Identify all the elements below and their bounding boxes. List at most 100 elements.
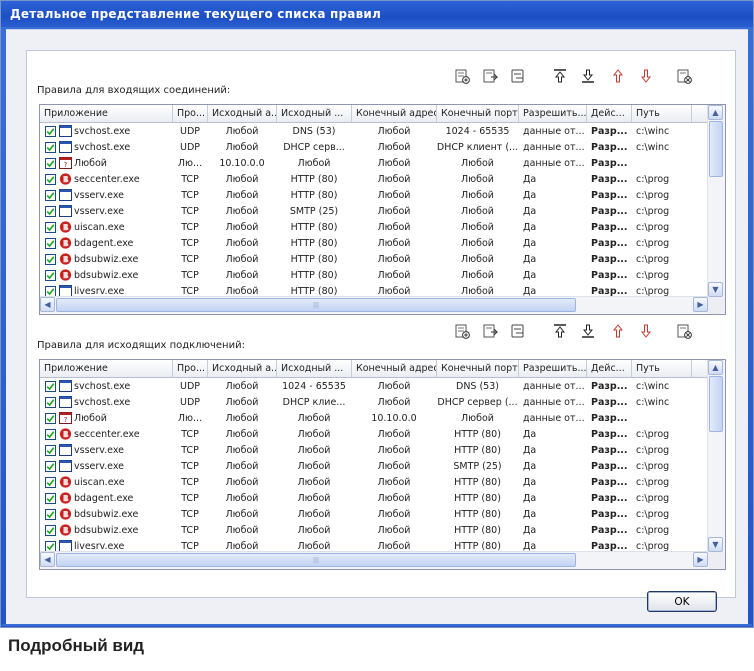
column-header[interactable]: Дейс... [587, 105, 632, 122]
table-row[interactable]: bdagent.exe TCP Любой Любой Любой HTTP (80) Да… [40, 490, 708, 506]
rule-enabled-checkbox[interactable] [45, 285, 56, 297]
rule-enabled-checkbox[interactable] [45, 157, 56, 169]
window-titlebar[interactable]: Детальное представление текущего списка … [1, 1, 753, 27]
rule-enabled-checkbox[interactable] [45, 173, 56, 185]
scroll-right-button[interactable]: ▶ [693, 297, 708, 312]
table-row[interactable]: svchost.exe UDP Любой DNS (53) Любой 1024 - 6… [40, 123, 708, 139]
rule-enabled-checkbox[interactable] [45, 189, 56, 201]
table-row[interactable]: vsserv.exe TCP Любой Любой Любой SMTP (25) Да Р… [40, 458, 708, 474]
scroll-down-button[interactable]: ▼ [708, 537, 723, 552]
scroll-left-button[interactable]: ◀ [40, 552, 55, 567]
rule-enabled-checkbox[interactable] [45, 221, 56, 233]
column-header[interactable]: Исходный ... [277, 360, 352, 377]
table-row[interactable]: svchost.exe UDP Любой DHCP клие... Любой DHCP… [40, 394, 708, 410]
source-port-cell: DHCP серв... [283, 141, 345, 153]
table-row[interactable]: uiscan.exe TCP Любой HTTP (80) Любой Любой Да Р… [40, 219, 708, 235]
table-row[interactable]: ? Любой Лю... Любой Любой 10.10.0.0 Любой данны… [40, 410, 708, 426]
outbound-move-top-button[interactable] [551, 324, 569, 342]
rule-enabled-checkbox[interactable] [45, 476, 56, 488]
allow-cell: Да [523, 460, 537, 472]
column-header[interactable]: Конечный порт [437, 105, 519, 122]
rule-enabled-checkbox[interactable] [45, 540, 56, 552]
column-header[interactable]: Про... [173, 360, 208, 377]
rule-enabled-checkbox[interactable] [45, 508, 56, 520]
inbound-reset-button[interactable] [675, 69, 693, 87]
table-row[interactable]: vsserv.exe TCP Любой Любой Любой HTTP (80) Да Р… [40, 442, 708, 458]
rule-enabled-checkbox[interactable] [45, 492, 56, 504]
rule-enabled-checkbox[interactable] [45, 444, 56, 456]
outbound-move-bottom-button[interactable] [579, 324, 597, 342]
inbound-edit-rule-button[interactable] [481, 69, 499, 87]
inbound-delete-rule-button[interactable] [509, 69, 527, 87]
table-row[interactable]: livesrv.exe TCP Любой HTTP (80) Любой Любой Да… [40, 283, 708, 297]
outbound-edit-rule-button[interactable] [481, 324, 499, 342]
column-header[interactable]: Разрешить... [519, 105, 587, 122]
move-bottom-icon [580, 323, 596, 343]
horizontal-scrollbar[interactable]: ◀ ||| ▶ [40, 296, 708, 314]
table-row[interactable]: svchost.exe UDP Любой 1024 - 65535 Любой DNS … [40, 378, 708, 394]
horizontal-scroll-thumb[interactable]: ||| [56, 298, 576, 312]
vertical-scrollbar[interactable]: ▲ ▼ [707, 360, 725, 552]
column-header[interactable]: Конечный адрес [352, 360, 437, 377]
column-header[interactable]: Исходный ... [277, 105, 352, 122]
inbound-move-down-button[interactable] [637, 69, 655, 87]
scroll-left-button[interactable]: ◀ [40, 297, 55, 312]
table-row[interactable]: seccenter.exe TCP Любой Любой Любой HTTP (80)… [40, 426, 708, 442]
inbound-add-rule-button[interactable] [453, 69, 471, 87]
vertical-scrollbar[interactable]: ▲ ▼ [707, 105, 725, 297]
rule-enabled-checkbox[interactable] [45, 412, 56, 424]
outbound-reset-button[interactable] [675, 324, 693, 342]
table-row[interactable]: bdsubwiz.exe TCP Любой HTTP (80) Любой Любой Д… [40, 267, 708, 283]
ok-button[interactable]: OK [647, 591, 717, 612]
column-header[interactable]: Конечный адрес [352, 105, 437, 122]
inbound-move-up-button[interactable] [609, 69, 627, 87]
column-header[interactable]: Конечный порт [437, 360, 519, 377]
outbound-add-rule-button[interactable] [453, 324, 471, 342]
column-header[interactable]: Разрешить... [519, 360, 587, 377]
vertical-scroll-thumb[interactable] [709, 121, 723, 177]
column-header[interactable]: Исходный а... [208, 360, 277, 377]
rule-enabled-checkbox[interactable] [45, 125, 56, 137]
rule-enabled-checkbox[interactable] [45, 380, 56, 392]
vertical-scroll-thumb[interactable] [709, 376, 723, 432]
column-header[interactable]: Исходный а... [208, 105, 277, 122]
rule-enabled-checkbox[interactable] [45, 460, 56, 472]
outbound-move-up-button[interactable] [609, 324, 627, 342]
rule-enabled-checkbox[interactable] [45, 269, 56, 281]
table-row[interactable]: svchost.exe UDP Любой DHCP серв... Любой DHCP… [40, 139, 708, 155]
column-header[interactable]: Приложение [40, 360, 173, 377]
rule-enabled-checkbox[interactable] [45, 237, 56, 249]
column-header[interactable]: Приложение [40, 105, 173, 122]
scroll-down-button[interactable]: ▼ [708, 282, 723, 297]
column-header[interactable]: Про... [173, 105, 208, 122]
inbound-move-top-button[interactable] [551, 69, 569, 87]
rule-enabled-checkbox[interactable] [45, 141, 56, 153]
scroll-right-button[interactable]: ▶ [693, 552, 708, 567]
table-row[interactable]: vsserv.exe TCP Любой HTTP (80) Любой Любой Да Р… [40, 187, 708, 203]
rule-enabled-checkbox[interactable] [45, 396, 56, 408]
table-row[interactable]: seccenter.exe TCP Любой HTTP (80) Любой Любой… [40, 171, 708, 187]
table-row[interactable]: livesrv.exe TCP Любой Любой Любой HTTP (80) Да… [40, 538, 708, 552]
column-header[interactable]: Путь [632, 105, 692, 122]
scroll-up-button[interactable]: ▲ [708, 105, 723, 120]
table-row[interactable]: bdsubwiz.exe TCP Любой Любой Любой HTTP (80) Д… [40, 522, 708, 538]
table-row[interactable]: ? Любой Лю... 10.10.0.0 Любой Любой Любой данны… [40, 155, 708, 171]
horizontal-scrollbar[interactable]: ◀ ||| ▶ [40, 551, 708, 569]
rule-enabled-checkbox[interactable] [45, 524, 56, 536]
column-header[interactable]: Дейс... [587, 360, 632, 377]
table-row[interactable]: bdsubwiz.exe TCP Любой HTTP (80) Любой Любой Д… [40, 251, 708, 267]
table-row[interactable]: bdsubwiz.exe TCP Любой Любой Любой HTTP (80) Д… [40, 506, 708, 522]
outbound-move-down-button[interactable] [637, 324, 655, 342]
rule-enabled-checkbox[interactable] [45, 253, 56, 265]
table-row[interactable]: uiscan.exe TCP Любой Любой Любой HTTP (80) Да Р… [40, 474, 708, 490]
table-row[interactable]: vsserv.exe TCP Любой SMTP (25) Любой Любой Да Р… [40, 203, 708, 219]
scroll-up-button[interactable]: ▲ [708, 360, 723, 375]
rule-enabled-checkbox[interactable] [45, 428, 56, 440]
horizontal-scroll-thumb[interactable]: ||| [56, 553, 576, 567]
table-row[interactable]: bdagent.exe TCP Любой HTTP (80) Любой Любой Да… [40, 235, 708, 251]
inbound-move-bottom-button[interactable] [579, 69, 597, 87]
outbound-delete-rule-button[interactable] [509, 324, 527, 342]
rule-enabled-checkbox[interactable] [45, 205, 56, 217]
path-cell: c:\prog [636, 540, 670, 552]
column-header[interactable]: Путь [632, 360, 692, 377]
